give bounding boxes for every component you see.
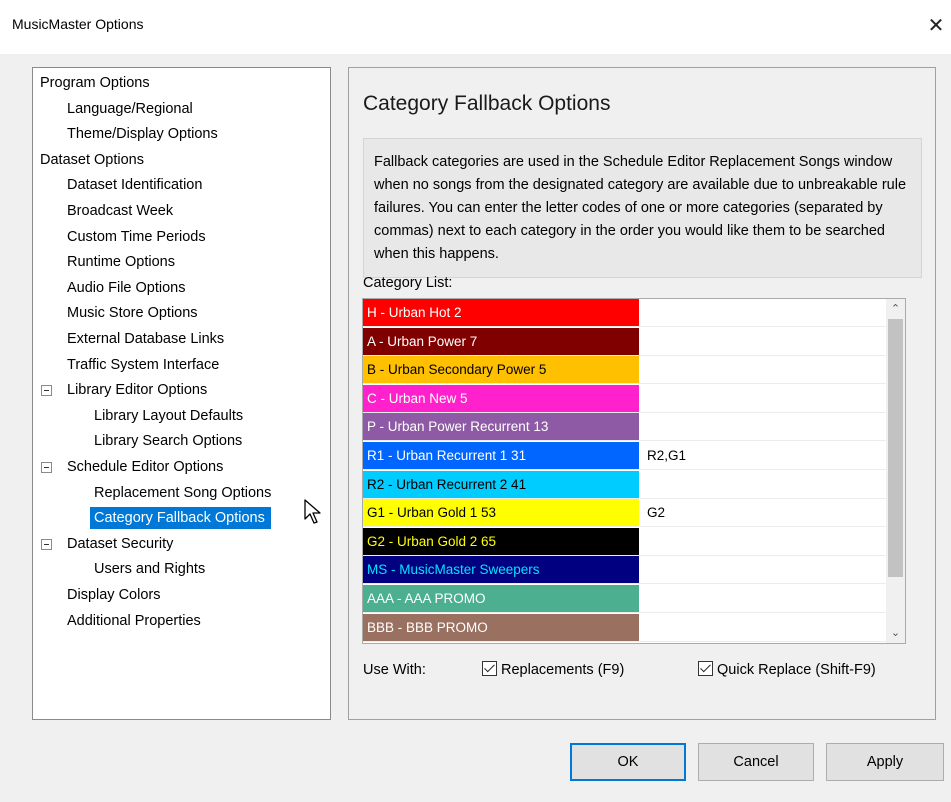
- category-name: G1 - Urban Gold 1 53: [363, 499, 639, 527]
- title-bar: MusicMaster Options ✕: [0, 0, 951, 54]
- tree-item[interactable]: Library Editor Options: [67, 379, 207, 401]
- category-list-label: Category List:: [363, 275, 453, 291]
- checkbox-checked-icon[interactable]: [698, 661, 713, 676]
- checkbox-checked-icon[interactable]: [482, 661, 497, 676]
- tree-item[interactable]: Library Layout Defaults: [94, 405, 243, 427]
- collapse-toggle-icon[interactable]: [41, 385, 52, 397]
- category-row[interactable]: A - Urban Power 7: [363, 327, 891, 356]
- replacements-label: Replacements (F9): [501, 662, 625, 678]
- options-tree[interactable]: Program Options Language/Regional Theme/Di…: [32, 67, 331, 720]
- category-name: R1 - Urban Recurrent 1 31: [363, 442, 639, 469]
- replacements-checkbox[interactable]: Replacements (F9): [482, 661, 624, 678]
- tree-item[interactable]: Schedule Editor Options: [67, 456, 223, 478]
- tree-item[interactable]: Program Options: [40, 72, 150, 94]
- tree-item[interactable]: Custom Time Periods: [67, 226, 206, 248]
- scroll-up-icon[interactable]: ⌃: [886, 299, 905, 317]
- tree-item[interactable]: Theme/Display Options: [67, 123, 218, 145]
- scroll-down-icon[interactable]: ⌄: [886, 625, 905, 643]
- tree-item[interactable]: Audio File Options: [67, 277, 185, 299]
- tree-item[interactable]: Additional Properties: [67, 610, 201, 632]
- collapse-toggle-icon[interactable]: [41, 462, 52, 473]
- category-name: B - Urban Secondary Power 5: [363, 356, 639, 384]
- category-name: H - Urban Hot 2: [363, 299, 639, 326]
- category-name: C - Urban New 5: [363, 384, 639, 412]
- window-title: MusicMaster Options: [12, 16, 144, 32]
- tree-item[interactable]: Dataset Security: [67, 533, 173, 555]
- category-name: MS - MusicMaster Sweepers: [363, 556, 639, 584]
- cancel-button[interactable]: Cancel: [698, 743, 814, 781]
- collapse-toggle-icon[interactable]: [41, 538, 52, 550]
- scroll-thumb[interactable]: [888, 319, 903, 577]
- mouse-cursor-icon: [304, 499, 321, 524]
- tree-item[interactable]: Category Fallback Options: [90, 507, 271, 530]
- category-row[interactable]: MS - MusicMaster Sweepers: [363, 556, 891, 585]
- category-name: BBB - BBB PROMO: [363, 613, 639, 641]
- tree-item[interactable]: Broadcast Week: [67, 200, 173, 222]
- category-row[interactable]: B - Urban Secondary Power 5: [363, 356, 891, 385]
- category-fallback-panel: Category Fallback Options Fallback categ…: [348, 67, 936, 720]
- tree-item[interactable]: Dataset Identification: [67, 174, 202, 196]
- category-name: A - Urban Power 7: [363, 327, 639, 355]
- category-row[interactable]: P - Urban Power Recurrent 13: [363, 413, 891, 442]
- quick-replace-label: Quick Replace (Shift-F9): [717, 662, 876, 678]
- tree-item[interactable]: Runtime Options: [67, 251, 175, 273]
- category-row[interactable]: C - Urban New 5: [363, 384, 891, 413]
- tree-item[interactable]: Dataset Options: [40, 149, 144, 171]
- ok-button[interactable]: OK: [570, 743, 686, 781]
- description-box: Fallback categories are used in the Sche…: [363, 138, 922, 278]
- category-row[interactable]: AAA - AAA PROMO: [363, 585, 891, 613]
- quick-replace-checkbox[interactable]: Quick Replace (Shift-F9): [698, 661, 876, 678]
- category-name: R2 - Urban Recurrent 2 41: [363, 470, 639, 498]
- close-icon[interactable]: ✕: [921, 6, 951, 46]
- fallback-input[interactable]: R2,G1: [647, 442, 686, 469]
- category-name: AAA - AAA PROMO: [363, 585, 639, 612]
- category-name: P - Urban Power Recurrent 13: [363, 413, 639, 441]
- category-row[interactable]: G1 - Urban Gold 1 53 G2: [363, 499, 891, 528]
- tree-item[interactable]: External Database Links: [67, 328, 224, 350]
- category-name: G2 - Urban Gold 2 65: [363, 527, 639, 555]
- category-row[interactable]: R2 - Urban Recurrent 2 41: [363, 470, 891, 499]
- category-row[interactable]: R1 - Urban Recurrent 1 31 R2,G1: [363, 442, 891, 470]
- use-with-label: Use With:: [363, 662, 426, 678]
- tree-item[interactable]: Library Search Options: [94, 430, 242, 452]
- tree-item[interactable]: Traffic System Interface: [67, 354, 219, 376]
- apply-button[interactable]: Apply: [826, 743, 944, 781]
- page-title: Category Fallback Options: [363, 92, 611, 115]
- tree-item[interactable]: Music Store Options: [67, 302, 198, 324]
- tree-item[interactable]: Users and Rights: [94, 558, 205, 580]
- category-row[interactable]: G2 - Urban Gold 2 65: [363, 527, 891, 556]
- list-scrollbar[interactable]: ⌃ ⌄: [886, 299, 905, 643]
- tree-item[interactable]: Display Colors: [67, 584, 160, 606]
- fallback-input[interactable]: G2: [647, 499, 665, 526]
- category-list[interactable]: BBB - BBB PROMO AAA - AAA PROMO MS - Music…: [362, 298, 906, 644]
- tree-item[interactable]: Language/Regional: [67, 98, 193, 120]
- tree-item[interactable]: Replacement Song Options: [94, 482, 271, 504]
- category-row[interactable]: BBB - BBB PROMO: [363, 613, 891, 642]
- category-row[interactable]: H - Urban Hot 2: [363, 299, 891, 327]
